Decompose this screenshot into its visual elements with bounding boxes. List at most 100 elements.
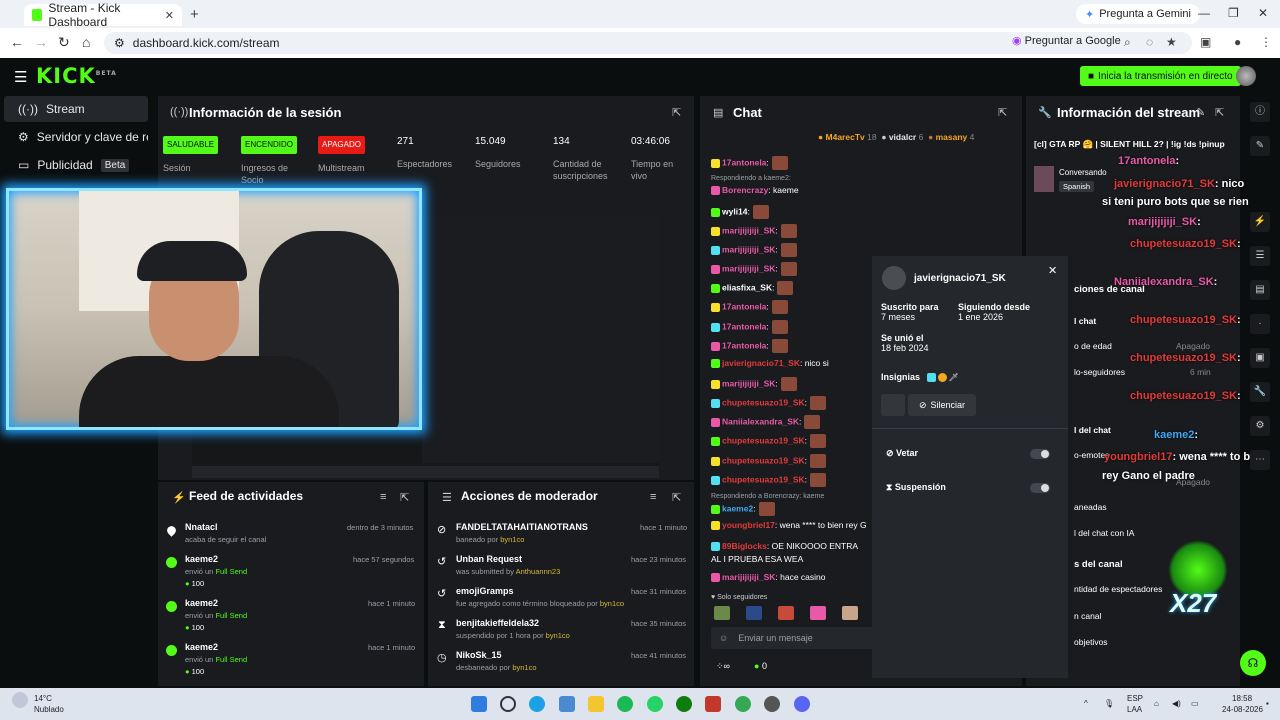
setting-row[interactable]: lo-seguidores <box>1074 367 1125 377</box>
clock-time[interactable]: 18:58 <box>1232 694 1252 703</box>
close-tab-icon[interactable]: ✕ <box>165 9 174 22</box>
chat-username[interactable]: javierignacio71_SK <box>722 358 800 368</box>
chat-username[interactable]: 89Biglocks <box>722 541 767 551</box>
site-info-icon[interactable]: ⚙ <box>114 36 125 50</box>
chat-username[interactable]: 17antonela <box>722 301 766 311</box>
bookmark-star-icon[interactable]: ★ <box>1166 35 1177 49</box>
go-live-button[interactable]: ■ Inicia la transmisión en directo <box>1080 66 1241 86</box>
eye-off-icon[interactable]: ◌ <box>1146 35 1153 49</box>
panel-icon[interactable]: ▣ <box>1250 348 1270 368</box>
sidebar-item-server-key[interactable]: ⚙ Servidor y clave de retran <box>4 124 148 150</box>
chat-username[interactable]: wyli14 <box>722 206 748 216</box>
mod-by[interactable]: byn1co <box>512 663 536 672</box>
profile-avatar[interactable]: ● <box>1234 35 1241 49</box>
tray-chevron-icon[interactable]: ^ <box>1084 699 1088 708</box>
setting-row[interactable]: l del chat con IA <box>1074 528 1134 538</box>
home-icon[interactable]: ⌂ <box>82 34 90 50</box>
volume-icon[interactable]: ◀) <box>1172 699 1181 708</box>
edit-icon[interactable]: ✎ <box>1196 106 1205 119</box>
info-icon[interactable]: ⓘ <box>1250 102 1270 122</box>
gifter-name[interactable]: masany <box>936 132 968 142</box>
gifter-name[interactable]: M4arecTv <box>826 132 865 142</box>
feed-user[interactable]: Nnatacl <box>185 522 266 532</box>
notification-icon[interactable]: ▪ <box>1266 699 1269 708</box>
clock-date[interactable]: 24-08-2026 <box>1222 705 1263 714</box>
help-headset-icon[interactable]: ☊ <box>1240 650 1266 676</box>
edit-icon[interactable]: ✎ <box>1250 136 1270 156</box>
chat-username[interactable]: chupetesuazo19_SK <box>722 435 805 445</box>
setting-row[interactable]: o de edad <box>1074 341 1112 351</box>
kick-logo[interactable]: KICKBETA <box>36 64 117 88</box>
setting-row[interactable]: s del canal <box>1074 559 1123 570</box>
close-icon[interactable]: ✕ <box>1048 264 1057 277</box>
sidebar-item-stream[interactable]: ((·)) Stream <box>4 96 148 122</box>
setting-row[interactable]: n canal <box>1074 611 1101 621</box>
whatsapp-icon[interactable] <box>647 696 663 712</box>
points-display[interactable]: ● 0 <box>754 661 767 671</box>
file-explorer-icon[interactable] <box>588 696 604 712</box>
setting-row[interactable]: ntidad de espectadores <box>1074 584 1162 594</box>
list-icon[interactable]: ☰ <box>1250 246 1270 266</box>
setting-row[interactable]: Apagado <box>1176 341 1210 351</box>
setting-row[interactable]: objetivos <box>1074 637 1108 647</box>
chat-username[interactable]: marijijijiji_SK <box>722 244 775 254</box>
mod-by[interactable]: Anthuannn23 <box>516 567 561 576</box>
filter-icon[interactable]: ≡ <box>650 491 656 503</box>
xbox-icon[interactable] <box>676 696 692 712</box>
chat-username[interactable]: 17antonela <box>722 157 766 167</box>
mod-target[interactable]: FANDELTATAHAITIANOTRANS <box>456 522 588 532</box>
chat-username[interactable]: youngbriel17 <box>722 520 775 530</box>
chrome-icon[interactable] <box>735 696 751 712</box>
feed-user[interactable]: kaeme2 <box>185 554 247 564</box>
user-avatar[interactable] <box>1236 66 1256 86</box>
extensions-icon[interactable]: ▣ <box>1200 35 1211 49</box>
chat-username[interactable]: Borencrazy <box>722 185 768 195</box>
mod-target[interactable]: Unban Request <box>456 554 560 564</box>
mod-by[interactable]: byn1co <box>600 599 624 608</box>
chat-username[interactable]: Naniialexandra_SK <box>722 416 799 426</box>
setting-row[interactable]: 6 min <box>1190 367 1211 377</box>
chat-username[interactable]: eliasfixa_SK <box>722 282 772 292</box>
mod-target[interactable]: emojiGramps <box>456 586 624 596</box>
feed-user[interactable]: kaeme2 <box>185 642 247 652</box>
popout-icon[interactable]: ⇱ <box>672 491 681 504</box>
emote-icon[interactable] <box>810 606 826 620</box>
browser-tab[interactable]: Stream - Kick Dashboard ✕ <box>24 1 182 29</box>
mod-by[interactable]: byn1co <box>500 535 524 544</box>
mod-target[interactable]: NikoSk_15 <box>456 650 537 660</box>
search-icon[interactable] <box>500 696 516 712</box>
popout-icon[interactable]: ⇱ <box>672 106 681 119</box>
obs-icon[interactable] <box>764 696 780 712</box>
popout-icon[interactable]: ⇱ <box>1215 106 1224 119</box>
emote-icon[interactable] <box>778 606 794 620</box>
windows-start-icon[interactable] <box>471 696 487 712</box>
ask-google-button[interactable]: ◉ Preguntar a Google <box>1012 34 1121 47</box>
more-icon[interactable]: ⋯ <box>1250 450 1270 470</box>
minimize-icon[interactable]: — <box>1198 6 1210 20</box>
mute-button[interactable]: ⊘ Silenciar <box>908 394 976 416</box>
popout-icon[interactable]: ⇱ <box>998 106 1007 119</box>
gifter-name[interactable]: vidalcr <box>889 132 916 142</box>
hamburger-icon[interactable]: ☰ <box>14 68 27 86</box>
zoom-icon[interactable]: ⌕ <box>1124 35 1131 50</box>
network-icon[interactable]: ⌂ <box>1154 699 1159 708</box>
chat-username[interactable]: marijijijiji_SK <box>722 572 775 582</box>
maximize-icon[interactable]: ❐ <box>1228 6 1239 20</box>
infinity-icon[interactable]: ⁘∞ <box>716 661 730 672</box>
user-card-username[interactable]: javierignacio71_SK <box>914 273 1006 284</box>
discord-icon[interactable] <box>794 696 810 712</box>
gemini-button[interactable]: ✦ Pregunta a Gemini <box>1076 4 1200 24</box>
emote-icon[interactable] <box>746 606 762 620</box>
language-indicator[interactable]: ESP <box>1127 694 1143 703</box>
edge-icon[interactable] <box>529 696 545 712</box>
popout-icon[interactable]: ⇱ <box>400 491 409 504</box>
emoji-icon[interactable]: ☺ <box>719 633 728 643</box>
setting-row[interactable]: l chat <box>1074 316 1096 326</box>
store-icon[interactable] <box>559 696 575 712</box>
mod-target[interactable]: benjitakieffeldela32 <box>456 618 570 628</box>
sidebar-item-ads[interactable]: ▭ Publicidad Beta <box>4 152 148 178</box>
emote-icon[interactable] <box>842 606 858 620</box>
feed-user[interactable]: kaeme2 <box>185 598 247 608</box>
chat-username[interactable]: marijijijiji_SK <box>722 263 775 273</box>
back-icon[interactable]: ← <box>10 34 24 50</box>
